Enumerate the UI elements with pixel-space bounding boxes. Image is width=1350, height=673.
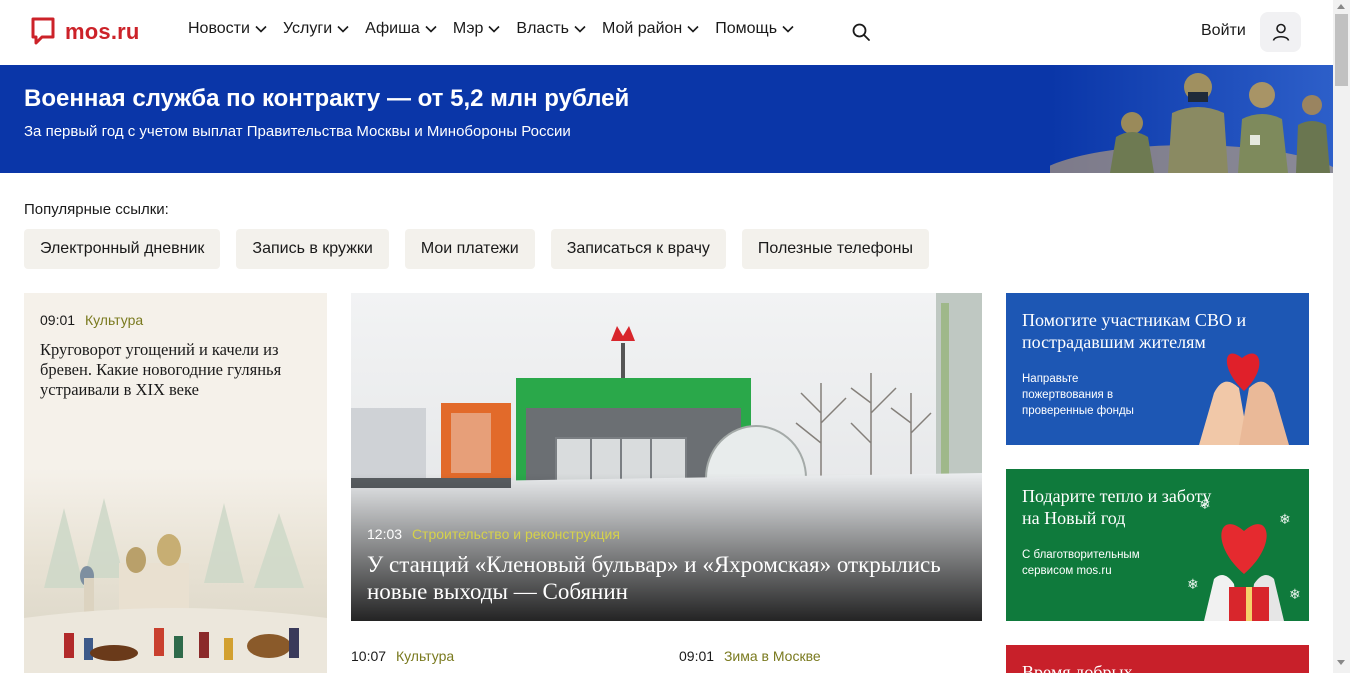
news-card-main[interactable]: 12:03 Строительство и реконструкция У ст… <box>351 293 982 621</box>
scroll-up-arrow-icon[interactable] <box>1337 4 1345 9</box>
nav-item-district[interactable]: Мой район <box>602 20 699 38</box>
news-title: У станций «Кленовый бульвар» и «Яхромска… <box>367 552 941 604</box>
scroll-down-arrow-icon[interactable] <box>1337 660 1345 665</box>
promo-subtitle: Направьте пожертвования в проверенные фо… <box>1022 373 1134 417</box>
news-time: 10:07 <box>351 648 387 664</box>
news-category[interactable]: Культура <box>396 648 454 664</box>
svg-text:❄: ❄ <box>1289 587 1301 603</box>
nav-label: Услуги <box>282 20 333 37</box>
logo-text: mos.ru <box>65 18 140 44</box>
search-icon[interactable] <box>851 22 871 42</box>
chevron-down-icon <box>337 25 349 33</box>
nav-item-help[interactable]: Помощь <box>715 20 794 38</box>
gift-heart-illustration: ❄ ❄ ❄ ❄ <box>1187 497 1301 621</box>
chevron-down-icon <box>255 25 267 33</box>
nav-label: Афиша <box>365 20 420 37</box>
scroll-thumb[interactable] <box>1335 14 1348 86</box>
nav-label: Новости <box>188 20 250 37</box>
news-meta[interactable]: 09:01 Зима в Москве <box>679 648 821 664</box>
nav-item-mayor[interactable]: Мэр <box>453 20 501 38</box>
news-title: Круговорот угощений и качели из бревен. … <box>40 340 282 399</box>
soldiers-illustration <box>1050 65 1333 173</box>
nav-label: Мой район <box>601 20 683 37</box>
logo-icon <box>31 17 55 45</box>
nav-label: Мэр <box>452 20 484 37</box>
popular-link-phones[interactable]: Полезные телефоны <box>741 229 929 269</box>
winter-festival-painting <box>24 468 327 673</box>
nav-label: Помощь <box>715 20 778 37</box>
news-meta: 12:03 Строительство и реконструкция <box>367 526 620 542</box>
popular-link-payments[interactable]: Мои платежи <box>404 229 535 269</box>
promo-svo-donations[interactable]: Помогите участникам СВО и пострадавшим ж… <box>1006 293 1309 445</box>
promo-title: Время добрых <box>1022 662 1133 673</box>
user-icon <box>1272 23 1289 41</box>
news-category[interactable]: Культура <box>85 312 143 328</box>
svg-text:❄: ❄ <box>1187 577 1199 593</box>
chevron-down-icon <box>687 25 699 33</box>
banner-subtitle: За первый год с учетом выплат Правительс… <box>24 123 571 140</box>
chevron-down-icon <box>782 25 794 33</box>
popular-links-label: Популярные ссылки: <box>24 201 169 218</box>
chevron-down-icon <box>574 25 586 33</box>
news-time: 09:01 <box>679 648 715 664</box>
svg-text:❄: ❄ <box>1279 512 1291 528</box>
main-nav: Новости Услуги Афиша Мэр Власть Мой райо… <box>188 20 810 38</box>
news-category[interactable]: Строительство и реконструкция <box>412 526 620 542</box>
page-scrollbar[interactable] <box>1333 0 1350 673</box>
news-meta: 09:01 Культура <box>40 312 143 328</box>
svg-text:❄: ❄ <box>1199 497 1211 513</box>
promo-time-of-good[interactable]: Время добрых <box>1006 645 1309 673</box>
promo-subtitle: С благотворительным сервисом mos.ru <box>1022 549 1140 577</box>
news-meta[interactable]: 10:07 Культура <box>351 648 454 664</box>
hands-heart-illustration <box>1199 353 1289 445</box>
popular-link-doctor[interactable]: Записаться к врачу <box>550 229 726 269</box>
news-card-left[interactable]: 09:01 Культура Круговорот угощений и кач… <box>24 293 327 673</box>
site-header: mos.ru Новости Услуги Афиша Мэр Власть М… <box>0 0 1333 65</box>
news-time: 09:01 <box>40 312 76 328</box>
news-category[interactable]: Зима в Москве <box>724 648 821 664</box>
nav-label: Власть <box>516 20 569 37</box>
user-button[interactable] <box>1260 12 1301 52</box>
login-link[interactable]: Войти <box>1201 22 1246 40</box>
promo-new-year-charity[interactable]: Подарите тепло и заботу на Новый год С б… <box>1006 469 1309 621</box>
logo[interactable]: mos.ru <box>31 17 140 46</box>
nav-item-afisha[interactable]: Афиша <box>365 20 437 38</box>
nav-item-news[interactable]: Новости <box>188 20 267 38</box>
promo-banner[interactable]: Военная служба по контракту — от 5,2 млн… <box>0 65 1333 173</box>
nav-item-government[interactable]: Власть <box>516 20 586 38</box>
popular-link-diary[interactable]: Электронный дневник <box>24 229 221 269</box>
banner-title: Военная служба по контракту — от 5,2 млн… <box>24 85 630 112</box>
nav-item-services[interactable]: Услуги <box>283 20 349 38</box>
chevron-down-icon <box>425 25 437 33</box>
popular-link-clubs[interactable]: Запись в кружки <box>236 229 389 269</box>
news-time: 12:03 <box>367 526 403 542</box>
popular-links: Электронный дневник Запись в кружки Мои … <box>24 229 945 269</box>
chevron-down-icon <box>488 25 500 33</box>
